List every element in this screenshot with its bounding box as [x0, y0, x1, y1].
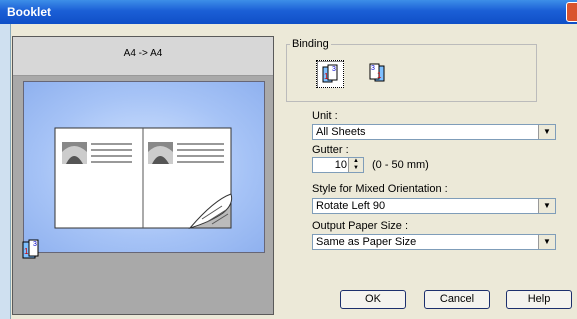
- preview-stage: [23, 81, 265, 253]
- title-bar: Booklet: [0, 0, 577, 24]
- mixed-orientation-label: Style for Mixed Orientation :: [312, 183, 448, 195]
- binding-right-button[interactable]: 1 3: [364, 60, 392, 88]
- mixed-orientation-select[interactable]: Rotate Left 90 ▼: [312, 198, 556, 214]
- booklet-preview-panel: A4 -> A4 1 3: [12, 36, 274, 315]
- preview-size-label: A4 -> A4: [123, 48, 163, 59]
- unit-label: Unit :: [312, 110, 338, 122]
- svg-text:3: 3: [332, 66, 336, 73]
- chevron-down-icon: ▼: [538, 125, 555, 139]
- gutter-stepper[interactable]: 10 ▲ ▼: [312, 157, 364, 173]
- booklet-binding-indicator-icon: 1 3: [22, 239, 39, 259]
- svg-text:1: 1: [24, 247, 29, 256]
- svg-text:1: 1: [324, 72, 329, 81]
- right-page-image-icon: [148, 142, 173, 164]
- unit-select[interactable]: All Sheets ▼: [312, 124, 556, 140]
- gutter-label: Gutter :: [312, 144, 349, 156]
- svg-text:3: 3: [33, 241, 37, 248]
- window-title: Booklet: [7, 5, 52, 19]
- binding-legend: Binding: [290, 38, 331, 50]
- svg-text:3: 3: [371, 65, 375, 72]
- svg-text:1: 1: [377, 71, 382, 80]
- gutter-range: (0 - 50 mm): [372, 159, 429, 171]
- left-page-image-icon: [62, 142, 87, 164]
- mixed-orientation-value: Rotate Left 90: [316, 200, 386, 212]
- unit-value: All Sheets: [316, 126, 366, 138]
- chevron-down-icon: ▼: [538, 235, 555, 249]
- output-paper-size-label: Output Paper Size :: [312, 220, 408, 232]
- left-edge-strip: [0, 24, 11, 319]
- gutter-value: 10: [334, 159, 347, 171]
- chevron-down-icon: ▼: [538, 199, 555, 213]
- cancel-button[interactable]: Cancel: [424, 290, 490, 309]
- binding-left-button[interactable]: 1 3: [316, 60, 344, 88]
- spin-arrows-icon[interactable]: ▲ ▼: [348, 158, 363, 172]
- left-binding-icon: 1 3: [322, 64, 338, 83]
- ok-button[interactable]: OK: [340, 290, 406, 309]
- help-button[interactable]: Help: [506, 290, 572, 309]
- booklet-dialog: Booklet A4 -> A4 1 3 Binding 1 3 1 3 Uni…: [0, 0, 577, 319]
- close-button[interactable]: [566, 2, 577, 22]
- output-paper-size-value: Same as Paper Size: [316, 236, 417, 248]
- right-binding-icon: 1 3: [369, 63, 385, 82]
- booklet-illustration: [54, 127, 233, 229]
- preview-header: A4 -> A4: [13, 37, 273, 76]
- output-paper-size-select[interactable]: Same as Paper Size ▼: [312, 234, 556, 250]
